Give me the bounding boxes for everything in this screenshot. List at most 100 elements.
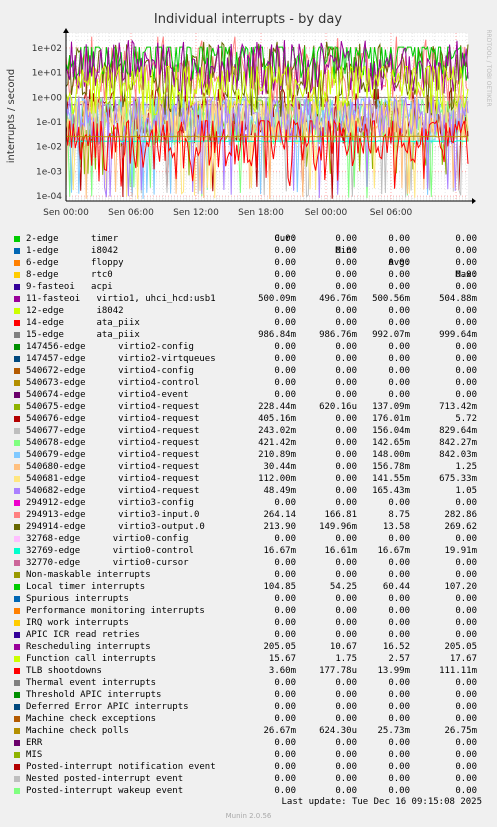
legend-avg: 13.58: [382, 522, 410, 532]
legend-avg: 0.00: [388, 282, 410, 292]
legend-swatch: [14, 716, 20, 722]
legend-label: 294912-edge virtio3-config: [26, 498, 194, 508]
legend-swatch: [14, 596, 20, 602]
legend-max: 0.00: [455, 342, 477, 352]
legend-avg: 0.00: [388, 714, 410, 724]
legend-header: Cur: Min: Avg: Max:: [0, 221, 497, 280]
legend-cur: 228.44m: [258, 402, 296, 412]
legend-max: 107.20: [444, 582, 477, 592]
legend-max: 0.00: [455, 594, 477, 604]
y-tick-label: 1e+02: [32, 44, 62, 54]
legend-cur: 0.00: [274, 702, 296, 712]
legend-max: 1.25: [455, 462, 477, 472]
legend-min: 0.00: [335, 474, 357, 484]
legend-row: 32769-edge virtio0-control 16.67m 16.61m 16…: [0, 545, 497, 557]
legend-row: Machine check exceptions 0.00 0.00 0.00 0.00: [0, 713, 497, 725]
legend-label: 540678-edge virtio4-request: [26, 438, 200, 448]
legend-max: 26.75m: [444, 726, 477, 736]
legend-swatch: [14, 500, 20, 506]
legend-row: Posted-interrupt notification event 0.00 0…: [0, 761, 497, 773]
legend-label: Performance monitoring interrupts: [26, 606, 205, 616]
legend-swatch: [14, 344, 20, 350]
legend-swatch: [14, 608, 20, 614]
legend-swatch: [14, 332, 20, 338]
legend-avg: 0.00: [388, 690, 410, 700]
legend-row: Local timer interrupts 104.85 54.25 60.44 10…: [0, 581, 497, 593]
legend-max: 713.42m: [439, 402, 477, 412]
legend-min: 0.00: [335, 282, 357, 292]
legend-swatch: [14, 488, 20, 494]
legend-label: 12-edge i8042: [26, 306, 124, 316]
legend-cur: 0.00: [274, 306, 296, 316]
legend-cur: 0.00: [274, 606, 296, 616]
legend-min: 0.00: [335, 306, 357, 316]
legend-avg: 0.00: [388, 558, 410, 568]
legend-swatch: [14, 416, 20, 422]
legend-max: 282.86: [444, 510, 477, 520]
legend-avg: 16.52: [382, 642, 410, 652]
legend-min: 0.00: [335, 354, 357, 364]
legend-min: 0.00: [335, 570, 357, 580]
legend-max: 0.00: [455, 762, 477, 772]
legend-swatch: [14, 680, 20, 686]
legend-min: 0.00: [335, 738, 357, 748]
munin-version: Munin 2.0.56: [225, 812, 272, 820]
legend-avg: 165.43m: [372, 486, 410, 496]
legend-label: 540680-edge virtio4-request: [26, 462, 200, 472]
legend-row: Nested posted-interrupt event 0.00 0.00 0.0…: [0, 773, 497, 785]
legend-cur: 500.09m: [258, 294, 296, 304]
legend-avg: 0.00: [388, 390, 410, 400]
legend-label: 294914-edge virtio3-output.0: [26, 522, 205, 532]
legend-swatch: [14, 788, 20, 794]
legend-avg: 0.00: [388, 378, 410, 388]
last-update: Last update: Tue Dec 16 09:15:08 2025: [281, 797, 482, 807]
legend-row: Rescheduling interrupts 205.05 10.67 16.52 2…: [0, 641, 497, 653]
legend-swatch: [14, 692, 20, 698]
legend-label: 15-edge ata_piix: [26, 330, 140, 340]
legend-label: 6-edge floppy: [26, 258, 124, 268]
legend-label: 147457-edge virtio2-virtqueues: [26, 354, 216, 364]
y-tick-label: 1e-02: [36, 143, 62, 153]
legend-cur: 0.00: [274, 246, 296, 256]
legend-min: 54.25: [329, 582, 357, 592]
legend-avg: 0.00: [388, 270, 410, 280]
y-tick-label: 1e-04: [36, 192, 62, 202]
legend-max: 269.62: [444, 522, 477, 532]
legend-label: 540677-edge virtio4-request: [26, 426, 200, 436]
legend-row: 294912-edge virtio3-config 0.00 0.00 0.00 0.…: [0, 497, 497, 509]
legend-cur: 0.00: [274, 762, 296, 772]
legend-avg: 0.00: [388, 354, 410, 364]
legend-min: 0.00: [335, 594, 357, 604]
legend-avg: 0.00: [388, 786, 410, 796]
legend-min: 16.61m: [324, 546, 357, 556]
legend-max: 0.00: [455, 774, 477, 784]
legend-swatch: [14, 536, 20, 542]
legend-cur: 104.85: [263, 582, 296, 592]
legend-row: Deferred Error APIC interrupts 0.00 0.00 0.…: [0, 701, 497, 713]
legend-min: 0.00: [335, 366, 357, 376]
x-tick-label: Sen 12:00: [173, 208, 219, 218]
legend-max: 0.00: [455, 378, 477, 388]
legend-min: 0.00: [335, 534, 357, 544]
legend-avg: 0.00: [388, 678, 410, 688]
legend-cur: 0.00: [274, 342, 296, 352]
legend-row: 9-fasteoi acpi 0.00 0.00 0.00 0.00: [0, 281, 497, 293]
legend-row: 540675-edge virtio4-request 228.44m 620.16…: [0, 401, 497, 413]
legend-row: ERR 0.00 0.00 0.00 0.00: [0, 737, 497, 749]
legend-min: 0.00: [335, 486, 357, 496]
legend-avg: 0.00: [388, 498, 410, 508]
legend-label: 32770-edge virtio0-cursor: [26, 558, 189, 568]
legend-min: 0.00: [335, 390, 357, 400]
legend-cur: 0.00: [274, 258, 296, 268]
legend-max: 0.00: [455, 354, 477, 364]
legend-min: 0.00: [335, 450, 357, 460]
legend-row: APIC ICR read retries 0.00 0.00 0.00 0.00: [0, 629, 497, 641]
legend-label: Thermal event interrupts: [26, 678, 157, 688]
legend-label: 1-edge i8042: [26, 246, 119, 256]
legend-avg: 8.75: [388, 510, 410, 520]
legend-min: 0.00: [335, 786, 357, 796]
legend-avg: 0.00: [388, 570, 410, 580]
legend-row: 540682-edge virtio4-request 48.49m 0.00 165…: [0, 485, 497, 497]
legend-swatch: [14, 236, 20, 242]
legend-cur: 0.00: [274, 234, 296, 244]
